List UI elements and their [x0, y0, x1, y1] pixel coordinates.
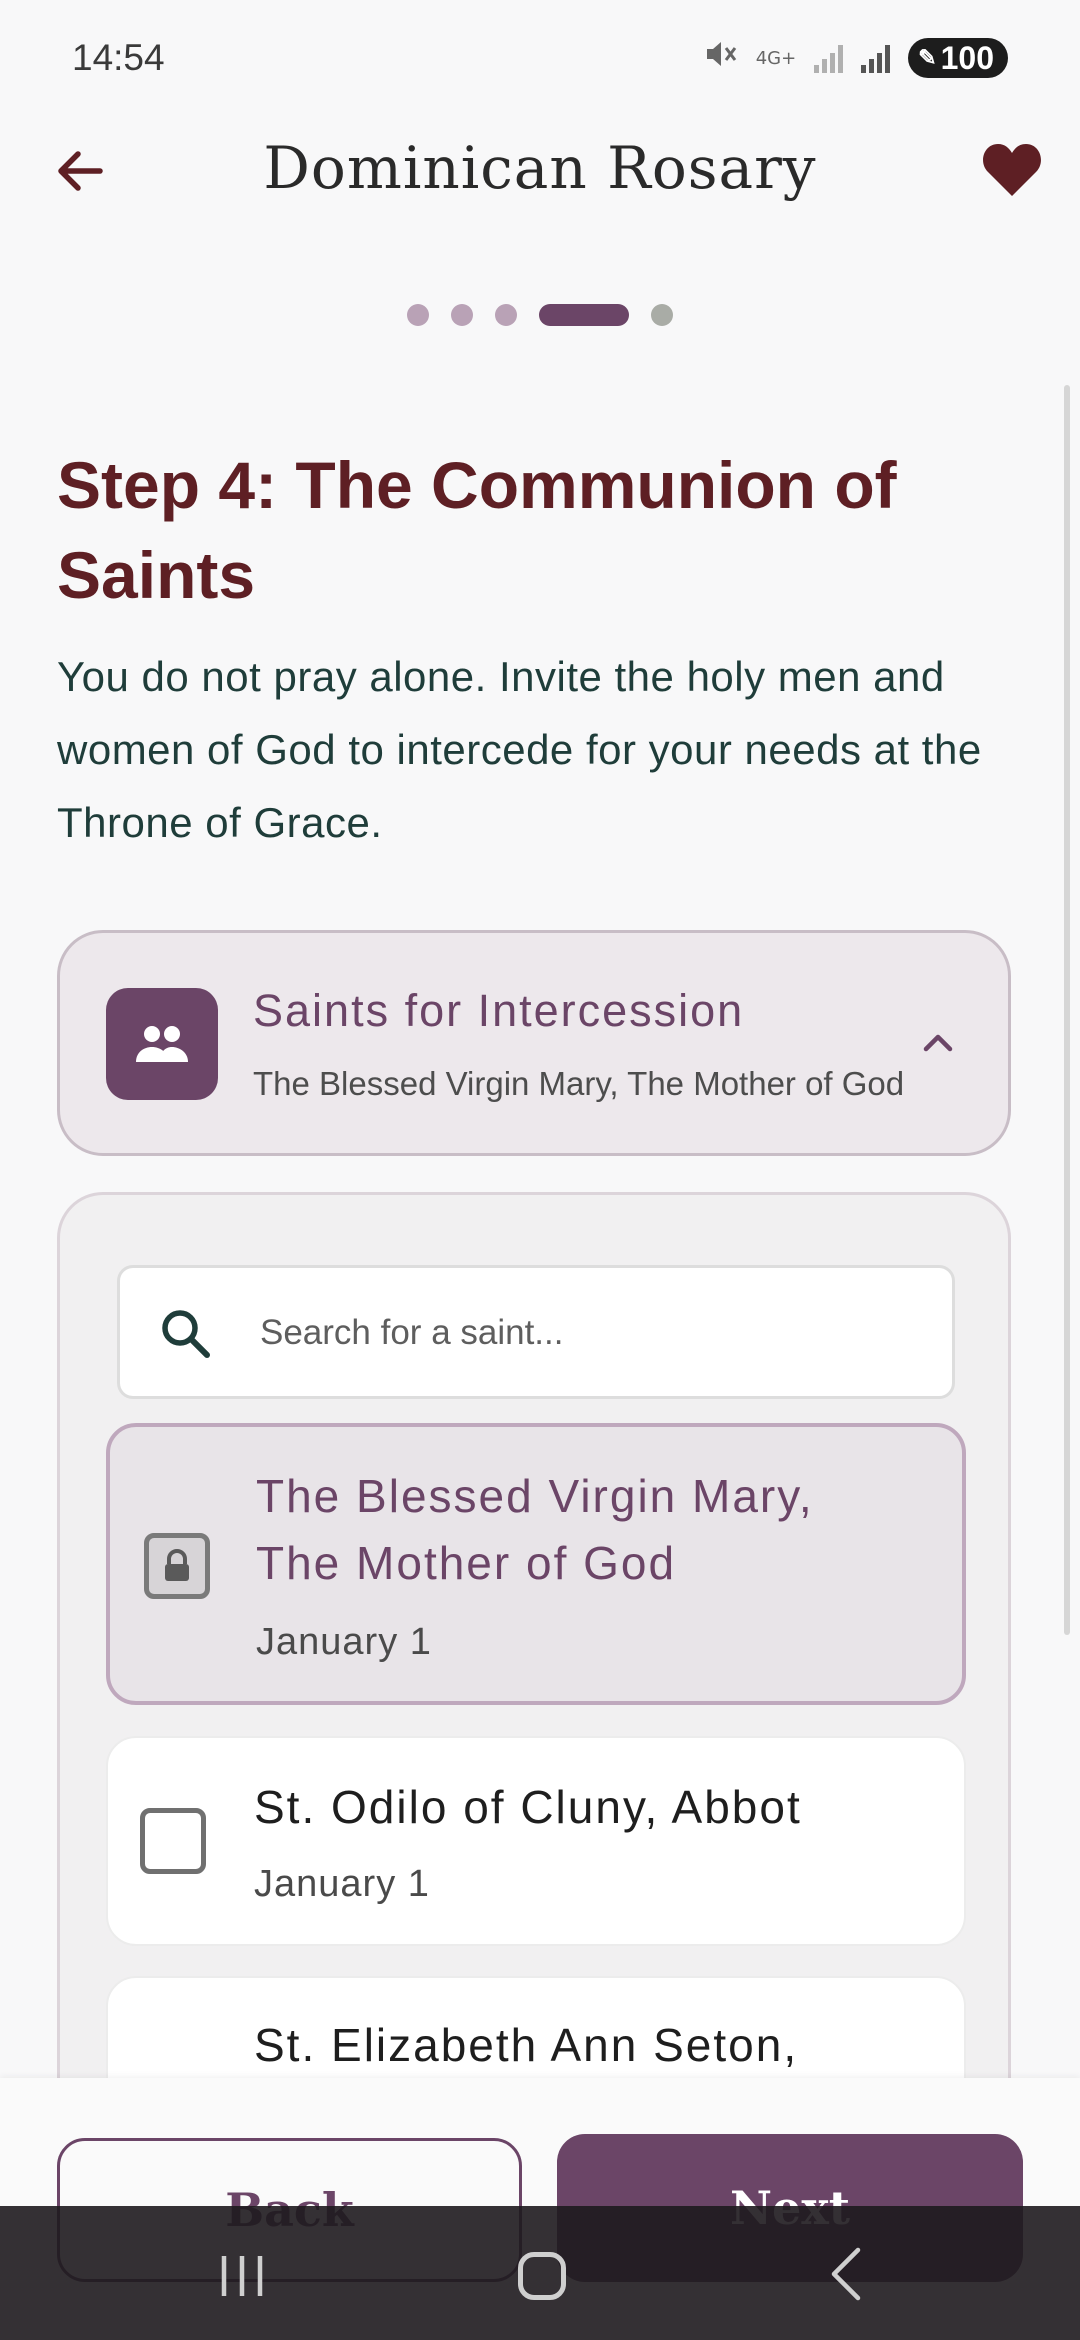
step-dot-1: [407, 304, 429, 326]
chevron-up-icon[interactable]: [918, 1023, 958, 1063]
heart-icon[interactable]: [980, 140, 1044, 200]
step-dot-5: [651, 304, 673, 326]
system-nav-bar: [0, 2206, 1080, 2340]
saint-feast-date: January 1: [254, 1863, 430, 1905]
network-type: 4G+: [755, 47, 797, 69]
search-icon: [162, 1310, 210, 1358]
saint-checkbox[interactable]: [140, 1808, 206, 1874]
saint-name: St. Elizabeth Ann Seton,: [254, 2019, 799, 2071]
scrollbar[interactable]: [1064, 385, 1070, 1635]
step-content: Step 4: The Communion of Saints You do n…: [57, 440, 1027, 859]
step-title: Step 4: The Communion of Saints: [57, 448, 897, 612]
mute-icon: [704, 39, 738, 77]
accordion-subtitle: The Blessed Virgin Mary, The Mother of G…: [253, 1065, 905, 1102]
page-title: Dominican Rosary: [263, 134, 817, 202]
search-box[interactable]: [117, 1265, 955, 1399]
accordion-title: Saints for Intercession: [253, 985, 745, 1036]
status-icons: 4G+ ✎ 100: [704, 38, 1008, 78]
saints-panel: The Blessed Virgin Mary, The Mother of G…: [57, 1192, 1011, 2236]
saint-name: The Blessed Virgin Mary, The Mother of G…: [256, 1463, 814, 1597]
step-dot-2: [451, 304, 473, 326]
home-icon[interactable]: [518, 2252, 566, 2300]
battery-level: 100: [940, 39, 994, 76]
saint-name-line-2: The Mother of God: [256, 1537, 677, 1589]
saints-accordion-header[interactable]: Saints for Intercession The Blessed Virg…: [57, 930, 1011, 1156]
lock-icon: [144, 1533, 210, 1599]
status-bar: 14:54 4G+ ✎ 100: [0, 0, 1080, 116]
nav-back-icon[interactable]: [826, 2246, 866, 2302]
step-dot-4-active: [539, 304, 629, 326]
status-time: 14:54: [72, 37, 165, 78]
saint-item-locked: The Blessed Virgin Mary, The Mother of G…: [106, 1423, 966, 1705]
app-bar: Dominican Rosary: [0, 116, 1080, 226]
signal-icon: [814, 43, 844, 73]
step-description: You do not pray alone. Invite the holy m…: [57, 653, 982, 846]
saint-name-line-1: The Blessed Virgin Mary,: [256, 1470, 814, 1522]
recents-icon[interactable]: [216, 2254, 268, 2298]
saint-feast-date: January 1: [256, 1621, 432, 1663]
battery-saver-icon: ✎: [918, 45, 937, 70]
saint-item[interactable]: St. Odilo of Cluny, Abbot January 1: [106, 1736, 966, 1946]
search-input[interactable]: [260, 1298, 920, 1368]
people-icon: [106, 988, 218, 1100]
step-dot-3: [495, 304, 517, 326]
step-progress: [0, 304, 1080, 326]
saint-name: St. Odilo of Cluny, Abbot: [254, 1781, 802, 1833]
battery-indicator: ✎ 100: [908, 38, 1008, 78]
signal-icon-2: [861, 43, 891, 73]
